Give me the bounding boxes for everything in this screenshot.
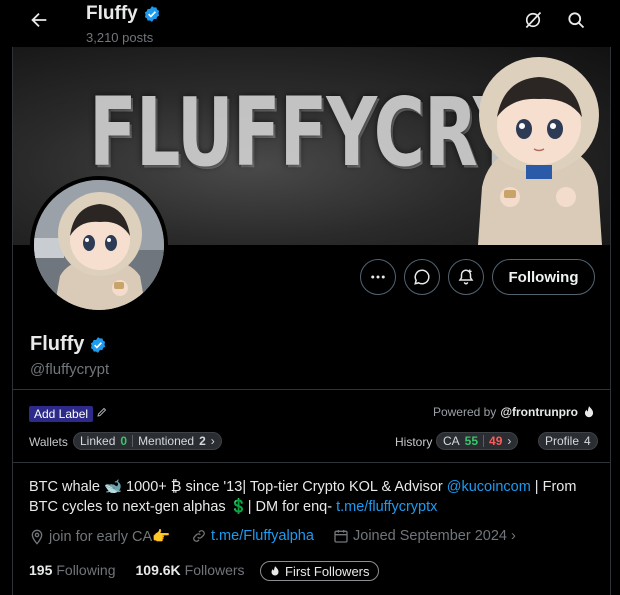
location: join for early CA👉 [29, 528, 170, 545]
link-icon [193, 530, 205, 542]
following-label[interactable]: Following [56, 562, 115, 578]
chevron-right-icon: › [507, 434, 512, 448]
search-icon[interactable] [566, 10, 586, 30]
join-date-text: Joined September 2024 [353, 528, 507, 544]
profile-history-count: 4 [584, 434, 591, 448]
divider [13, 389, 610, 390]
join-date[interactable]: Joined September 2024 › [333, 528, 516, 544]
powered-by-prefix: Powered by [432, 405, 497, 419]
top-bar: Fluffy 3,210 posts [0, 0, 620, 47]
chevron-right-icon: › [210, 434, 215, 448]
post-count: 3,210 posts [86, 30, 154, 45]
pill-separator [483, 435, 485, 447]
divider [13, 462, 610, 463]
add-label-button[interactable]: Add Label [29, 406, 94, 422]
powered-by: Powered by @frontrunpro [433, 405, 596, 419]
header-name-text: Fluffy [86, 3, 138, 24]
following-button[interactable]: Following [492, 259, 595, 295]
profile-bio: BTC whale 🐋 1000+ ₿ since '13| Top-tier … [29, 477, 599, 517]
header-name: Fluffy [86, 3, 161, 25]
frontrun-logo-icon [271, 566, 279, 576]
powered-by-link[interactable]: @frontrunpro [500, 405, 578, 419]
bio-text: BTC whale 🐋 1000+ ₿ since '13| Top-tier … [29, 479, 447, 495]
profile-name-text: Fluffy [30, 333, 85, 355]
banner-character-illustration [478, 57, 602, 245]
website: t.me/Fluffyalpha [191, 528, 314, 544]
profile-avatar[interactable] [30, 176, 168, 314]
website-link[interactable]: t.me/Fluffyalpha [211, 528, 314, 544]
message-button[interactable] [404, 259, 440, 295]
wallets-pill[interactable]: Linked 0 Mentioned 2 › [73, 432, 222, 450]
linked-label: Linked [80, 434, 116, 448]
bio-mention-link[interactable]: @kucoincom [447, 479, 531, 495]
more-dots-icon [371, 275, 385, 279]
bio-telegram-link[interactable]: t.me/fluffycryptx [336, 499, 437, 515]
verified-badge-icon [144, 6, 159, 22]
avatar-illustration [34, 180, 164, 310]
calendar-icon [334, 530, 348, 543]
profile-name: Fluffy [30, 333, 107, 356]
mentioned-label: Mentioned [138, 434, 195, 448]
frontrun-logo-icon [584, 406, 594, 418]
ca-history-pill[interactable]: CA 55 49 › [436, 432, 519, 450]
bell-plus-icon [458, 269, 474, 285]
verified-badge-icon[interactable] [89, 336, 107, 354]
ca-fail-count: 49 [489, 434, 503, 448]
notifications-button[interactable] [448, 259, 484, 295]
message-bubble-icon [414, 269, 430, 285]
linked-count: 0 [120, 434, 128, 448]
location-text: join for early CA👉 [49, 529, 171, 545]
wallets-label: Wallets [29, 435, 68, 449]
profile-history-pill[interactable]: Profile 4 [538, 432, 598, 450]
back-arrow-icon[interactable] [28, 9, 50, 31]
following-count[interactable]: 195 [29, 562, 52, 578]
pill-separator [132, 435, 134, 447]
ca-success-count: 55 [464, 434, 479, 448]
chevron-right-icon: › [510, 528, 516, 544]
followers-label[interactable]: Followers [185, 562, 245, 578]
first-followers-label: First Followers [285, 563, 370, 579]
ca-label: CA [443, 434, 460, 448]
grok-icon[interactable] [523, 10, 543, 30]
followers-count[interactable]: 109.6K [136, 562, 181, 578]
more-options-button[interactable] [360, 259, 396, 295]
follow-stats: 195 Following 109.6K Followers [29, 562, 245, 578]
first-followers-button[interactable]: First Followers [260, 561, 379, 581]
pencil-edit-icon[interactable] [96, 406, 108, 418]
history-label: History [395, 435, 433, 449]
location-pin-icon [31, 529, 43, 545]
profile-history-label: Profile [545, 434, 580, 448]
profile-handle: @fluffycrypt [30, 361, 110, 378]
mentioned-count: 2 [199, 434, 206, 448]
